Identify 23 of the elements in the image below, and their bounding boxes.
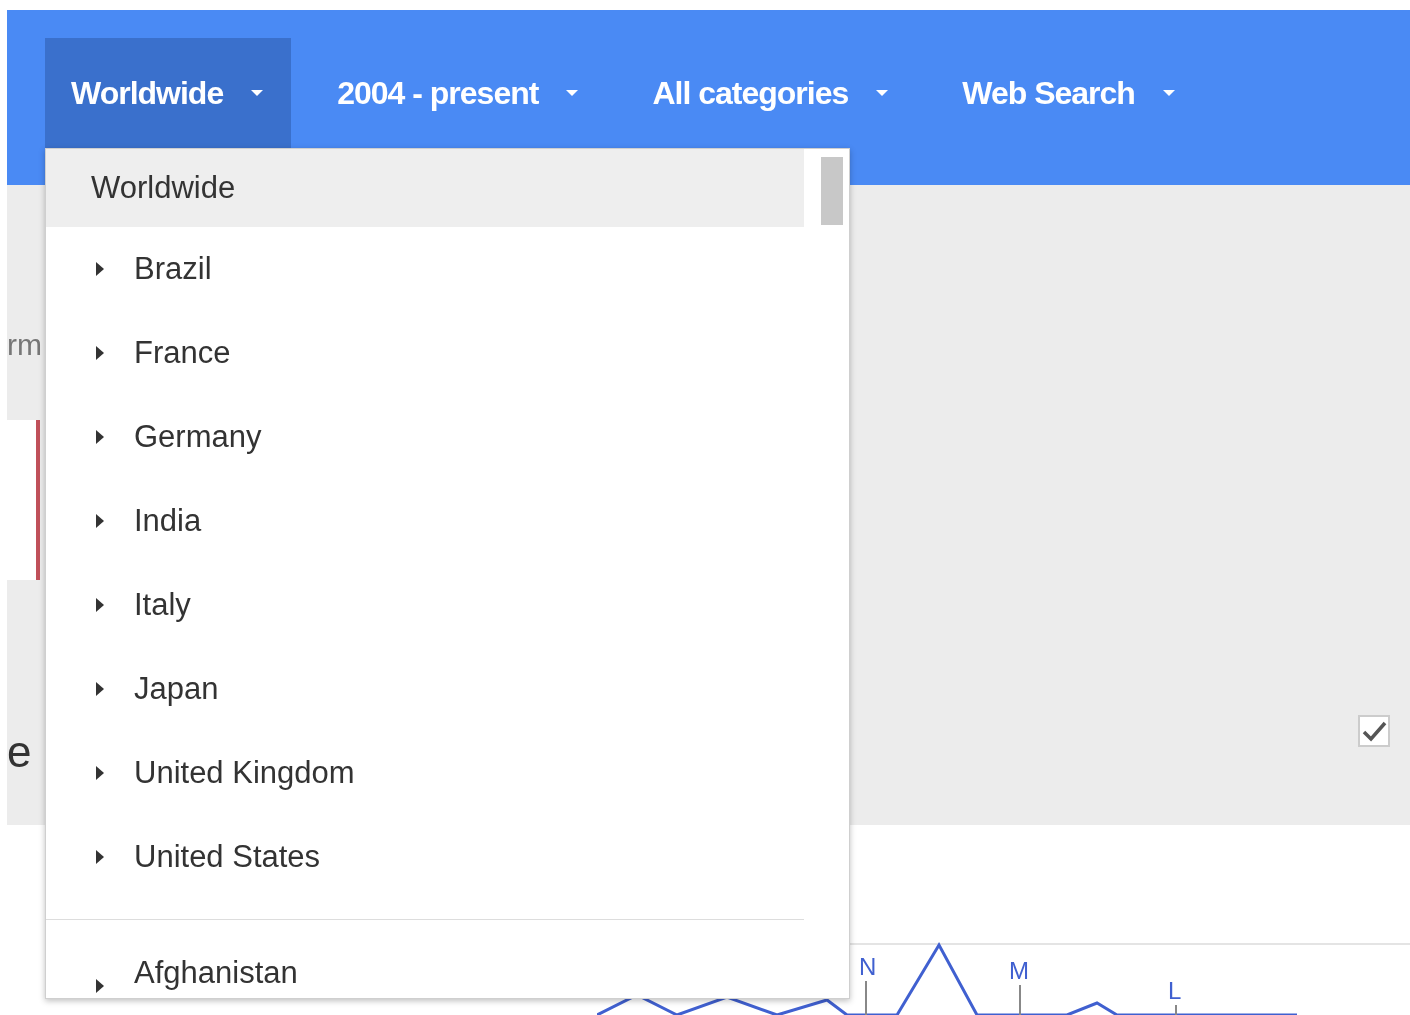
caret-icon xyxy=(564,88,581,98)
region-option[interactable]: Worldwide xyxy=(46,149,804,227)
expand-arrow-icon[interactable] xyxy=(94,427,106,447)
event-marker: L xyxy=(1168,977,1182,1004)
event-marker: N xyxy=(859,953,877,980)
label-fragment: rm xyxy=(7,330,43,360)
region-option[interactable]: Afghanistan xyxy=(46,940,804,998)
scrollbar-thumb[interactable] xyxy=(821,157,843,225)
expand-arrow-icon[interactable] xyxy=(94,763,106,783)
checkbox[interactable] xyxy=(1358,715,1390,747)
filter-tab[interactable]: Worldwide xyxy=(45,38,292,148)
expand-arrow-icon[interactable] xyxy=(94,976,106,996)
expand-arrow-icon[interactable] xyxy=(94,343,106,363)
checkmark-icon xyxy=(1361,720,1387,742)
heading-fragment: e xyxy=(7,730,33,774)
expand-arrow-icon[interactable] xyxy=(94,679,106,699)
caret-icon xyxy=(874,88,891,98)
expand-arrow-icon[interactable] xyxy=(94,847,106,867)
event-marker: M xyxy=(1009,957,1029,984)
expand-arrow-icon[interactable] xyxy=(94,511,106,531)
expand-arrow-icon[interactable] xyxy=(94,259,106,279)
caret-icon xyxy=(249,88,266,98)
expand-arrow-icon[interactable] xyxy=(94,595,106,615)
